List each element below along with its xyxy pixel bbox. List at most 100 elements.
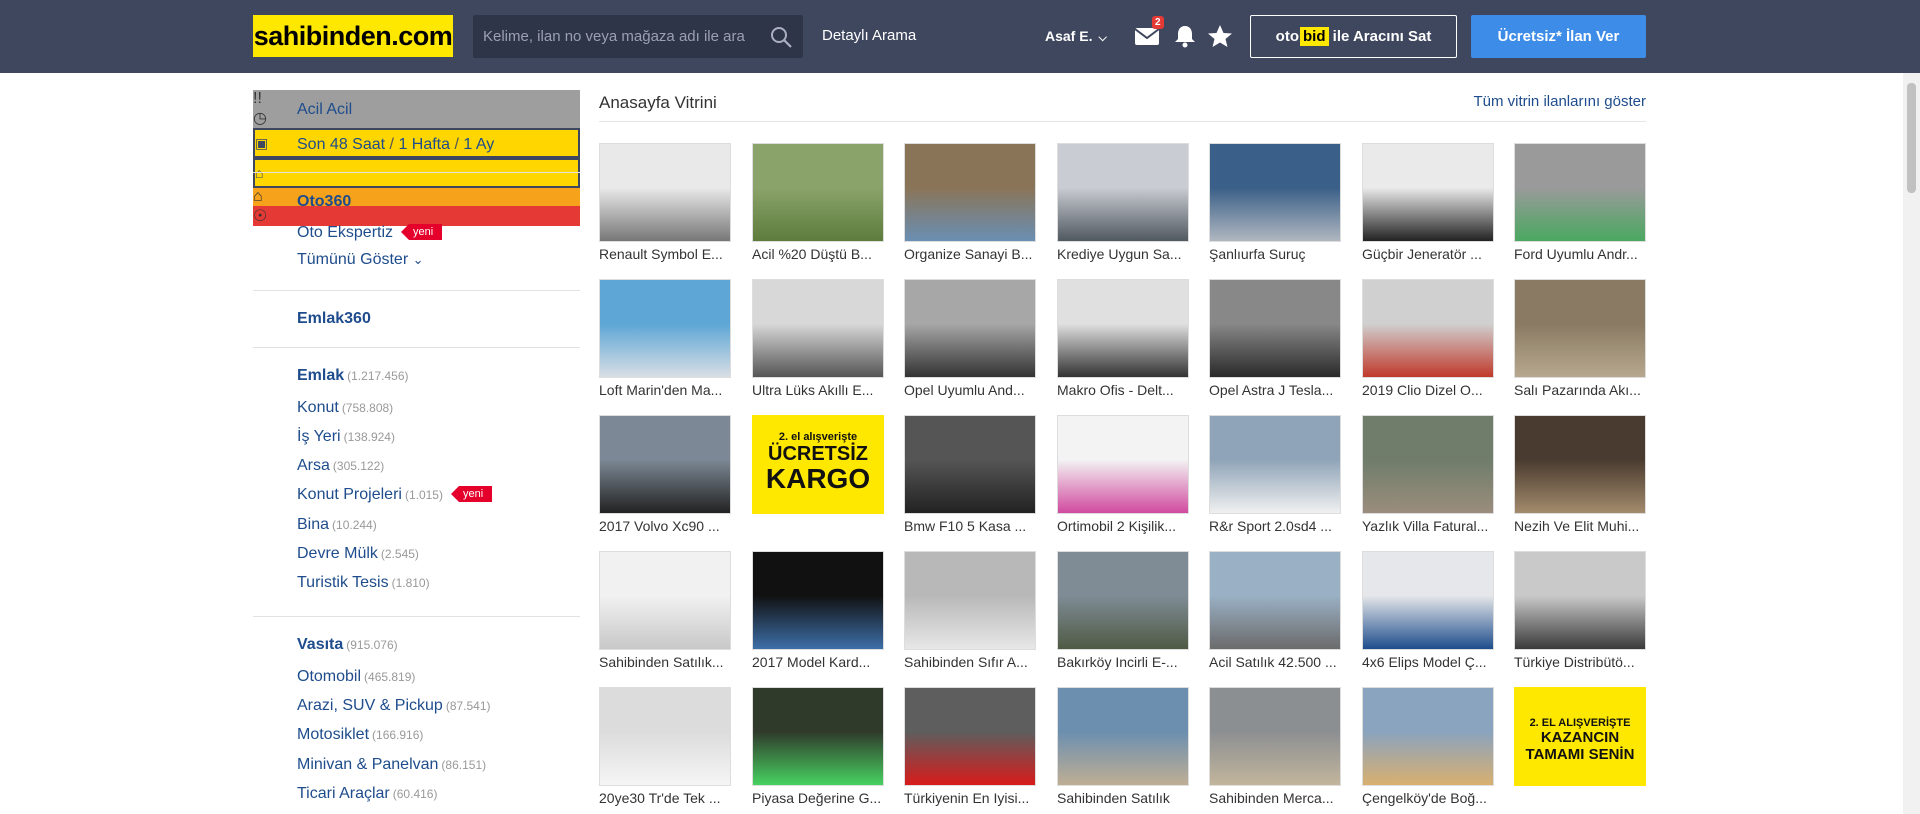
listing-thumbnail[interactable]: [752, 143, 884, 242]
promo-free-shipping-banner[interactable]: 2. el alışverişte ÜCRETSİZ KARGO: [752, 415, 884, 514]
listing-thumbnail[interactable]: [1209, 279, 1341, 378]
listing-title[interactable]: 2019 Clio Dizel O...: [1362, 382, 1494, 398]
detailed-search-link[interactable]: Detaylı Arama: [822, 27, 916, 44]
listing-card[interactable]: 2. el alışverişte ÜCRETSİZ KARGO: [752, 415, 884, 514]
listing-title[interactable]: R&r Sport 2.0sd4 ...: [1209, 518, 1341, 534]
listing-card[interactable]: Organize Sanayi B...: [904, 143, 1036, 262]
listing-title[interactable]: Türkiye Distribütö...: [1514, 654, 1646, 670]
listing-title[interactable]: Türkiyenin En Iyisi...: [904, 790, 1036, 806]
listing-title[interactable]: Opel Uyumlu And...: [904, 382, 1036, 398]
listing-title[interactable]: Acil Satılık 42.500 ...: [1209, 654, 1341, 670]
search-icon[interactable]: [769, 25, 793, 49]
listing-title[interactable]: Makro Ofis - Delt...: [1057, 382, 1189, 398]
listing-title[interactable]: Renault Symbol E...: [599, 246, 731, 262]
listing-title[interactable]: Sahibinden Satılık: [1057, 790, 1189, 806]
listing-title[interactable]: Bmw F10 5 Kasa ...: [904, 518, 1036, 534]
listing-title[interactable]: Salı Pazarında Akı...: [1514, 382, 1646, 398]
listing-card[interactable]: Sahibinden Satılık...: [599, 551, 731, 670]
listing-card[interactable]: Yazlık Villa Fatural...: [1362, 415, 1494, 534]
listing-thumbnail[interactable]: [1057, 279, 1189, 378]
listing-card[interactable]: R&r Sport 2.0sd4 ...: [1209, 415, 1341, 534]
listing-thumbnail[interactable]: [1057, 415, 1189, 514]
listing-card[interactable]: Türkiyenin En Iyisi...: [904, 687, 1036, 806]
sidebar-item-arazi-suv[interactable]: Arazi, SUV & Pickup (87.541): [297, 697, 491, 715]
sidebar-item-devre-mulk[interactable]: Devre Mülk (2.545): [297, 545, 419, 563]
listing-thumbnail[interactable]: [904, 143, 1036, 242]
sidebar-1ay[interactable]: 1 Ay: [463, 136, 494, 153]
listing-title[interactable]: Acil %20 Düştü B...: [752, 246, 884, 262]
listing-title[interactable]: Bakırköy Incirli E-...: [1057, 654, 1189, 670]
listing-card[interactable]: Bakırköy Incirli E-...: [1057, 551, 1189, 670]
listing-thumbnail[interactable]: [1362, 279, 1494, 378]
sidebar-item-bina[interactable]: Bina (10.244): [297, 516, 377, 534]
sidebar-1hafta[interactable]: 1 Hafta: [398, 136, 450, 153]
listing-card[interactable]: Acil %20 Düştü B...: [752, 143, 884, 262]
listing-card[interactable]: Türkiye Distribütö...: [1514, 551, 1646, 670]
listing-thumbnail[interactable]: [752, 687, 884, 786]
listing-thumbnail[interactable]: [752, 279, 884, 378]
sidebar-oto360[interactable]: Oto360: [297, 193, 351, 211]
listing-card[interactable]: Nezih Ve Elit Muhi...: [1514, 415, 1646, 534]
listing-card[interactable]: Salı Pazarında Akı...: [1514, 279, 1646, 398]
listing-thumbnail[interactable]: [1209, 143, 1341, 242]
sidebar-emlak360[interactable]: Emlak360: [297, 310, 371, 328]
listing-title[interactable]: Sahibinden Merca...: [1209, 790, 1341, 806]
search-input[interactable]: [473, 15, 753, 58]
sidebar-vasita[interactable]: Vasıta (915.076): [297, 636, 398, 654]
listing-thumbnail[interactable]: [1209, 415, 1341, 514]
listing-thumbnail[interactable]: [1209, 687, 1341, 786]
listing-thumbnail[interactable]: [599, 279, 731, 378]
listing-card[interactable]: Loft Marin'den Ma...: [599, 279, 731, 398]
sidebar-acil[interactable]: Acil Acil: [297, 101, 352, 119]
promo-earnings-banner[interactable]: 2. EL ALIŞVERİŞTE KAZANCIN TAMAMI SENİN: [1514, 687, 1646, 786]
listing-thumbnail[interactable]: [904, 551, 1036, 650]
sidebar-item-konut-projeleri[interactable]: Konut Projeleri (1.015) yeni: [297, 486, 493, 504]
listing-title[interactable]: Ortimobil 2 Kişilik...: [1057, 518, 1189, 534]
listing-thumbnail[interactable]: [1057, 687, 1189, 786]
listing-thumbnail[interactable]: [599, 143, 731, 242]
listing-thumbnail[interactable]: [1362, 143, 1494, 242]
listing-title[interactable]: Piyasa Değerine G...: [752, 790, 884, 806]
sidebar-item-otomobil[interactable]: Otomobil (465.819): [297, 668, 415, 686]
listing-thumbnail[interactable]: [1514, 279, 1646, 378]
sidebar-item-turistik-tesis[interactable]: Turistik Tesis (1.810): [297, 574, 430, 592]
listing-card[interactable]: 2017 Volvo Xc90 ...: [599, 415, 731, 534]
listing-thumbnail[interactable]: [1514, 551, 1646, 650]
listing-thumbnail[interactable]: [599, 551, 731, 650]
sidebar-son48[interactable]: Son 48 Saat: [297, 136, 385, 153]
listing-card[interactable]: 20ye30 Tr'de Tek ...: [599, 687, 731, 806]
sidebar-item-ticari[interactable]: Ticari Araçlar (60.416): [297, 785, 437, 803]
listing-card[interactable]: Bmw F10 5 Kasa ...: [904, 415, 1036, 534]
sidebar-item-motosiklet[interactable]: Motosiklet (166.916): [297, 726, 423, 744]
page-scrollbar[interactable]: [1903, 73, 1920, 814]
listing-card[interactable]: 4x6 Elips Model Ç...: [1362, 551, 1494, 670]
showcase-show-all-link[interactable]: Tüm vitrin ilanlarını göster: [1473, 93, 1646, 110]
listing-card[interactable]: Renault Symbol E...: [599, 143, 731, 262]
listing-card[interactable]: Acil Satılık 42.500 ...: [1209, 551, 1341, 670]
listing-card[interactable]: Piyasa Değerine G...: [752, 687, 884, 806]
listing-card[interactable]: Sahibinden Merca...: [1209, 687, 1341, 806]
listing-title[interactable]: 4x6 Elips Model Ç...: [1362, 654, 1494, 670]
listing-card[interactable]: Güçbir Jeneratör ...: [1362, 143, 1494, 262]
listing-thumbnail[interactable]: [1209, 551, 1341, 650]
listing-title[interactable]: Ford Uyumlu Andr...: [1514, 246, 1646, 262]
listing-title[interactable]: Nezih Ve Elit Muhi...: [1514, 518, 1646, 534]
listing-card[interactable]: Makro Ofis - Delt...: [1057, 279, 1189, 398]
listing-card[interactable]: Ultra Lüks Akıllı E...: [752, 279, 884, 398]
star-icon[interactable]: [1207, 24, 1233, 48]
post-ad-button[interactable]: Ücretsiz* İlan Ver: [1471, 15, 1646, 58]
show-all-link[interactable]: Tümünü Göster ⌄: [297, 251, 424, 269]
sidebar-oto-ekspertiz[interactable]: Oto Ekspertiz yeni: [297, 224, 443, 242]
listing-thumbnail[interactable]: [904, 279, 1036, 378]
listing-title[interactable]: 20ye30 Tr'de Tek ...: [599, 790, 731, 806]
user-menu[interactable]: Asaf E. ⌵: [1045, 28, 1107, 45]
listing-card[interactable]: 2017 Model Kard...: [752, 551, 884, 670]
listing-thumbnail[interactable]: [1362, 551, 1494, 650]
sidebar-emlak[interactable]: Emlak (1.217.456): [297, 367, 409, 385]
listing-card[interactable]: Opel Uyumlu And...: [904, 279, 1036, 398]
sidebar-item-isyeri[interactable]: İş Yeri (138.924): [297, 428, 395, 446]
listing-title[interactable]: 2017 Model Kard...: [752, 654, 884, 670]
listing-title[interactable]: Sahibinden Satılık...: [599, 654, 731, 670]
listing-thumbnail[interactable]: [904, 415, 1036, 514]
listing-card[interactable]: Krediye Uygun Sa...: [1057, 143, 1189, 262]
